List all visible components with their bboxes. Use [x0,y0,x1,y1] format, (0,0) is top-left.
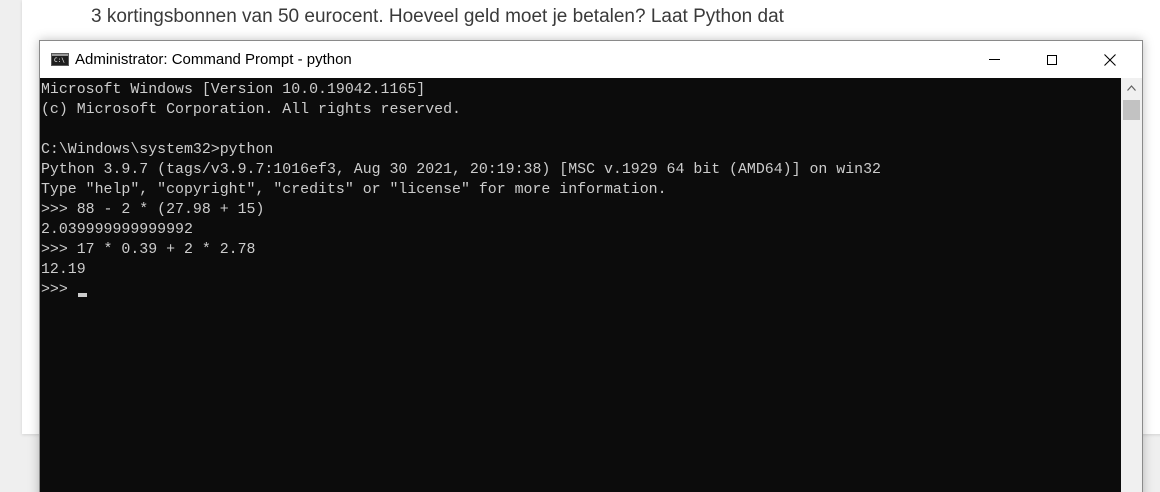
console-line: 2.039999999999992 [41,222,193,238]
console-text: Microsoft Windows [Version 10.0.19042.11… [41,80,881,300]
close-button[interactable] [1081,41,1139,78]
text-cursor [77,293,87,297]
chevron-up-icon [1127,85,1136,91]
title-bar[interactable]: C:\ Administrator: Command Prompt - pyth… [40,41,1142,78]
console-line: >>> 88 - 2 * (27.98 + 15) [41,202,265,218]
cmd-app-icon: C:\ [51,53,69,66]
cmd-app-icon-label: C:\ [54,57,65,64]
console-line: (c) Microsoft Corporation. All rights re… [41,102,461,118]
command-prompt-window[interactable]: C:\ Administrator: Command Prompt - pyth… [39,40,1143,492]
console-line: 12.19 [41,262,86,278]
desktop: 3 kortingsbonnen van 50 eurocent. Hoevee… [0,0,1160,492]
scroll-thumb[interactable] [1123,100,1140,120]
vertical-scrollbar[interactable] [1121,78,1142,492]
background-document-text: 3 kortingsbonnen van 50 eurocent. Hoevee… [91,6,784,27]
close-icon [1104,53,1116,66]
console-line: >>> 17 * 0.39 + 2 * 2.78 [41,242,256,258]
minimize-icon [988,59,1000,60]
minimize-button[interactable] [965,41,1023,78]
console-line: Type "help", "copyright", "credits" or "… [41,182,667,198]
console-line: Python 3.9.7 (tags/v3.9.7:1016ef3, Aug 3… [41,162,881,178]
console-prompt-line[interactable]: >>> [41,280,881,300]
maximize-icon [1047,54,1057,65]
maximize-button[interactable] [1023,41,1081,78]
console-line: C:\Windows\system32>python [41,142,274,158]
scroll-up-button[interactable] [1121,78,1142,98]
window-title: Administrator: Command Prompt - python [75,51,352,68]
python-prompt: >>> [41,282,77,298]
console-line: Microsoft Windows [Version 10.0.19042.11… [41,82,426,98]
console-output[interactable]: Microsoft Windows [Version 10.0.19042.11… [40,78,1121,492]
